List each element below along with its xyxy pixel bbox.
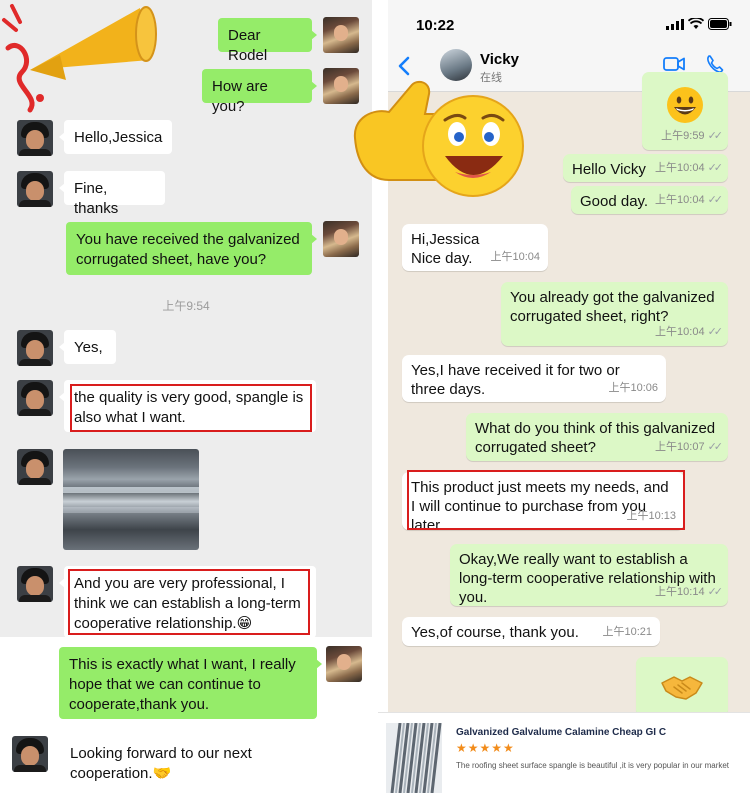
- message-exactly-want[interactable]: This is exactly what I want, I really ho…: [59, 647, 322, 719]
- avatar-jessica[interactable]: [12, 736, 48, 772]
- contact-name[interactable]: Vicky: [480, 51, 519, 68]
- message-how-are-you[interactable]: How are you?: [202, 69, 317, 115]
- message-dear-rodel[interactable]: Dear Rodel: [218, 18, 317, 64]
- thumbs-up-smiley-icon: [353, 80, 524, 197]
- highlight-box: [407, 470, 685, 530]
- ios-status-bar: 10:22: [388, 0, 750, 44]
- message-what-think[interactable]: What do you think of this galvanized cor…: [466, 413, 728, 461]
- message-meta: 上午10:21: [602, 626, 652, 638]
- message-already-got[interactable]: You already got the galvanized corrugate…: [501, 282, 728, 346]
- corrugated-sheet-icon: [390, 722, 442, 794]
- message-text: Yes,of course, thank you.: [411, 624, 579, 641]
- product-card[interactable]: Galvanized Galvalume Calamine Cheap GI C…: [378, 712, 750, 802]
- message-establish[interactable]: Okay,We really want to establish a long-…: [450, 544, 728, 606]
- grinning-face-icon: [667, 87, 703, 123]
- product-thumbnail[interactable]: [386, 722, 442, 794]
- highlight-box: [70, 384, 312, 432]
- message-handshake[interactable]: [636, 657, 728, 717]
- product-title[interactable]: Galvanized Galvalume Calamine Cheap GI C…: [456, 727, 666, 738]
- avatar-jessica[interactable]: [17, 449, 53, 485]
- message-looking-forward[interactable]: Looking forward to our next cooperation.…: [55, 736, 272, 788]
- message-meta: 上午10:06: [608, 382, 658, 394]
- avatar-jessica[interactable]: [17, 566, 53, 602]
- message-yes[interactable]: Yes,: [59, 330, 116, 364]
- message-text: How are you?: [212, 78, 268, 115]
- message-smile-emoji[interactable]: 上午9:59 ✓✓: [642, 72, 728, 150]
- avatar-jessica[interactable]: [17, 330, 53, 366]
- product-photo[interactable]: [63, 449, 199, 550]
- message-good-day[interactable]: Good day. 上午10:04 ✓✓: [571, 186, 728, 214]
- message-received-question[interactable]: You have received the galvanized corruga…: [66, 222, 317, 275]
- message-text: Yes,: [74, 339, 103, 356]
- message-meta: 上午10:04 ✓✓: [655, 326, 723, 338]
- video-call-icon[interactable]: [663, 56, 685, 72]
- message-received-days[interactable]: Yes,I have received it for two or three …: [402, 355, 666, 402]
- signal-icon: [666, 19, 684, 30]
- message-text: You have received the galvanized corruga…: [76, 231, 300, 268]
- message-text: Hello Vicky: [572, 161, 646, 178]
- wechat-chat-panel: Dear Rodel How are you? Hello,Jessica Fi…: [0, 0, 372, 802]
- battery-icon: [708, 18, 732, 30]
- message-text: Looking forward to our next cooperation.…: [70, 745, 252, 782]
- avatar-rodel[interactable]: [326, 646, 362, 682]
- avatar-rodel[interactable]: [323, 17, 359, 53]
- message-text: Hi,Jessica: [411, 231, 480, 248]
- party-horn-icon: [2, 4, 157, 113]
- message-meta: 上午9:59 ✓✓: [661, 130, 723, 142]
- message-hello-vicky[interactable]: Hello Vicky 上午10:04 ✓✓: [563, 154, 728, 182]
- message-meta: 上午10:04: [490, 251, 540, 263]
- highlight-box: [68, 569, 310, 635]
- message-text: Dear Rodel: [228, 27, 268, 64]
- message-meta: 上午10:04 ✓✓: [655, 162, 723, 174]
- message-of-course[interactable]: Yes,of course, thank you. 上午10:21: [402, 617, 660, 646]
- message-text: Good day.: [580, 193, 649, 210]
- message-meta: 上午10:14 ✓✓: [655, 586, 723, 598]
- message-fine-thanks[interactable]: Fine, thanks: [59, 171, 165, 217]
- product-rating-stars: ★★★★★: [456, 741, 515, 755]
- message-text: This is exactly what I want, I really ho…: [69, 656, 296, 713]
- avatar-jessica[interactable]: [17, 380, 53, 416]
- message-text: Yes,I have received it for two or three …: [411, 362, 620, 398]
- avatar-jessica[interactable]: [17, 171, 53, 207]
- phone-icon[interactable]: [706, 54, 724, 74]
- message-meta: 上午10:07 ✓✓: [655, 441, 723, 453]
- product-description: The roofing sheet surface spangle is bea…: [456, 761, 730, 770]
- message-text: Hello,Jessica: [74, 129, 163, 146]
- message-text: You already got the galvanized corrugate…: [510, 289, 715, 325]
- message-hi-jessica[interactable]: Hi,Jessica Nice day. 上午10:04: [402, 224, 548, 271]
- message-meta: 上午10:04 ✓✓: [655, 194, 723, 206]
- handshake-icon: [661, 676, 703, 700]
- wifi-icon: [688, 18, 704, 29]
- avatar-rodel[interactable]: [323, 221, 359, 257]
- chat-timestamp: 上午9:54: [162, 299, 210, 313]
- message-text: Fine, thanks: [74, 180, 119, 217]
- avatar-jessica[interactable]: [17, 120, 53, 156]
- message-hello-jessica[interactable]: Hello,Jessica: [59, 120, 172, 154]
- status-time: 10:22: [416, 17, 455, 34]
